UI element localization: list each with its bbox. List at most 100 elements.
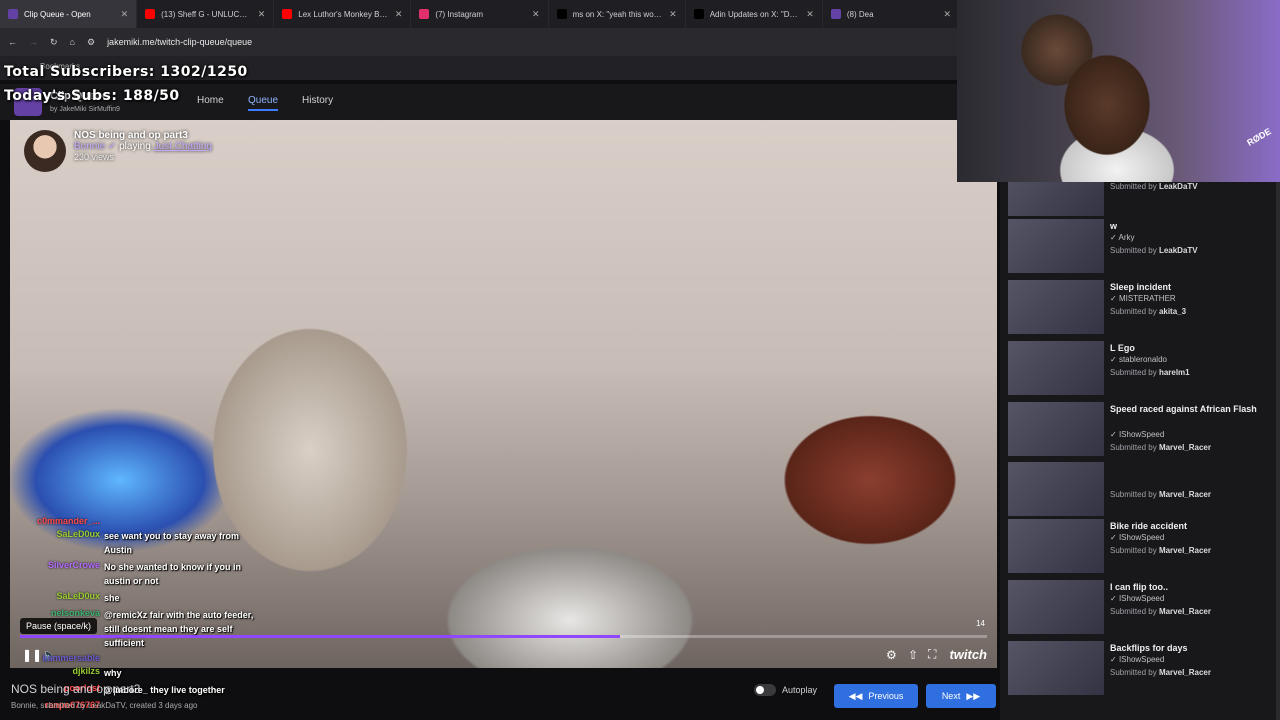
queue-thumbnail[interactable] [1008,182,1104,216]
tab-favicon-icon [830,9,841,19]
nav-history[interactable]: History [302,95,333,106]
back-icon[interactable]: ← [8,37,17,47]
tab-title: Lex Luthor's Monkey Bots | S [298,9,389,19]
queue-submitted: Submitted by Marvel_Racer [1110,546,1211,555]
browser-tab[interactable]: Clip Queue - Open ✕ [0,0,138,28]
tab-close-icon[interactable]: ✕ [395,9,403,20]
chat-username[interactable]: djkilzs [0,666,100,680]
site-info-icon[interactable]: ⚙ [87,37,95,48]
tab-favicon-icon [282,9,293,19]
browser-tab[interactable]: (13) Sheff G - UNLUCKY LUCK ✕ [137,0,275,28]
chat-username[interactable]: kammersable [0,653,100,663]
tab-close-icon[interactable]: ✕ [258,9,266,20]
queue-title[interactable]: Speed raced against African Flash [1110,402,1270,416]
clip-title[interactable]: NOS being and op part3 [74,130,212,141]
tab-close-icon[interactable]: ✕ [121,9,129,20]
reload-icon[interactable]: ↻ [50,37,58,48]
tab-title: (8) Dea [846,9,874,19]
queue-channel-name[interactable]: Arky [1118,233,1134,242]
tab-title: Clip Queue - Open [24,9,91,19]
previous-button[interactable]: ◀◀ Previous [834,684,918,708]
queue-channel-name[interactable]: IShowSpeed [1119,655,1164,664]
queue-channel: ✓ IShowSpeed [1110,533,1164,542]
queue-item[interactable]: Sleep incident ✓ MISTERATHER Submitted by … [1008,280,1270,338]
queue-item[interactable]: I can flip too.. ✓ IShowSpeed Submitted by… [1008,580,1270,638]
tab-favicon-icon [556,9,567,19]
queue-channel-name[interactable]: IShowSpeed [1119,430,1164,439]
queue-channel-name[interactable]: IShowSpeed [1119,533,1164,542]
tab-close-icon[interactable]: ✕ [532,9,540,20]
queue-item[interactable]: w ✓ Arky Submitted by LeakDaTV [1008,219,1270,277]
queue-item[interactable]: Backflips for days ✓ IShowSpeed Submitted … [1008,641,1270,699]
chat-username[interactable]: nelsonkeva [0,608,100,650]
queue-title[interactable]: L Ego [1110,341,1270,355]
url-field[interactable]: jakemiki.me/twitch-clip-queue/queue [107,37,252,47]
below-clip-title: NOS being and op part3 [11,682,141,696]
game-link[interactable]: Just Chatting [154,141,212,152]
nav-queue[interactable]: Queue [248,95,279,111]
queue-channel-name[interactable]: stableronaldo [1119,355,1167,364]
queue-title[interactable]: w [1110,219,1270,233]
chat-message: SilverCrowe No she wanted to know if you… [0,559,270,590]
clip-counter: 14 [976,619,985,628]
chat-text [104,653,264,663]
queue-item[interactable]: L Ego ✓ stableronaldo Submitted by harelm1 [1008,341,1270,399]
autoplay-toggle[interactable] [754,684,776,696]
queue-thumbnail[interactable] [1008,519,1104,573]
queue-title[interactable]: Sleep incident [1110,280,1270,294]
queue-channel: ✓ stableronaldo [1110,355,1167,364]
queue-thumbnail[interactable] [1008,462,1104,516]
fullscreen-icon[interactable]: ⛶ [928,647,936,662]
queue-item[interactable]: Bike ride accident ✓ IShowSpeed Submitted … [1008,519,1270,577]
chat-username[interactable]: SaLeD0ux [0,591,100,605]
queue-title[interactable]: Backflips for days [1110,641,1270,655]
queue-item[interactable]: Speed raced against African Flash ✓ IShow… [1008,402,1270,460]
queue-scrollbar[interactable] [1276,182,1280,720]
queue-thumbnail[interactable] [1008,402,1104,456]
tab-close-icon[interactable]: ✕ [943,9,951,20]
autoplay-control[interactable]: Autoplay [754,684,817,696]
settings-icon[interactable]: ⚙ [886,648,897,662]
queue-item[interactable]: Submitted by LeakDaTV [1008,182,1270,220]
queue-thumbnail[interactable] [1008,219,1104,273]
queue-channel-name[interactable]: MISTERATHER [1119,294,1176,303]
browser-tab[interactable]: (8) Dea ✕ [823,0,960,28]
playing-word: playing [119,141,151,152]
browser-tab[interactable]: ms on X: "yeah this would be ✕ [549,0,686,28]
chat-username[interactable]: SaLeD0ux [0,529,100,557]
nav-home[interactable]: Home [197,95,224,106]
share-icon[interactable]: ⇧ [908,648,918,662]
queue-submitted: Submitted by Marvel_Racer [1110,490,1211,499]
queue-thumbnail[interactable] [1008,341,1104,395]
forward-icon[interactable]: → [29,37,38,47]
below-clip-meta: Bonnie, submitted by LeakDaTV, created 3… [11,701,198,710]
chat-username[interactable]: c0mmander_... [0,516,100,526]
next-button[interactable]: Next ▶▶ [926,684,996,708]
queue-item[interactable]: Submitted by Marvel_Racer [1008,462,1270,520]
queue-channel-name[interactable]: IShowSpeed [1119,594,1164,603]
browser-tab[interactable]: (7) Instagram ✕ [411,0,549,28]
submitted-prefix: Submitted by [1110,307,1157,316]
tab-close-icon[interactable]: ✕ [669,9,677,20]
chat-username[interactable]: SilverCrowe [0,560,100,588]
tab-favicon-icon [693,9,704,19]
tab-favicon-icon [8,9,18,19]
queue-submitted: Submitted by Marvel_Racer [1110,443,1211,452]
queue-title[interactable]: Bike ride accident [1110,519,1270,533]
browser-tab[interactable]: Lex Luthor's Monkey Bots | S ✕ [274,0,412,28]
streamer-avatar[interactable] [24,130,66,172]
submitted-prefix: Submitted by [1110,182,1157,191]
queue-thumbnail[interactable] [1008,280,1104,334]
credit-sirmuffin[interactable]: SirMuffin9 [89,106,120,113]
browser-tab[interactable]: Adin Updates on X: "Doechi ✕ [686,0,823,28]
verified-icon: ✓ [1110,294,1117,303]
submitted-prefix: Submitted by [1110,607,1157,616]
tab-close-icon[interactable]: ✕ [806,9,814,20]
twitch-logo[interactable]: twitch [949,647,987,662]
queue-thumbnail[interactable] [1008,580,1104,634]
credit-jakemiki[interactable]: JakeMiki [59,106,86,113]
queue-title[interactable]: I can flip too.. [1110,580,1270,594]
channel-link[interactable]: Bonnie [74,141,105,152]
queue-thumbnail[interactable] [1008,641,1104,695]
home-icon[interactable]: ⌂ [70,37,75,47]
